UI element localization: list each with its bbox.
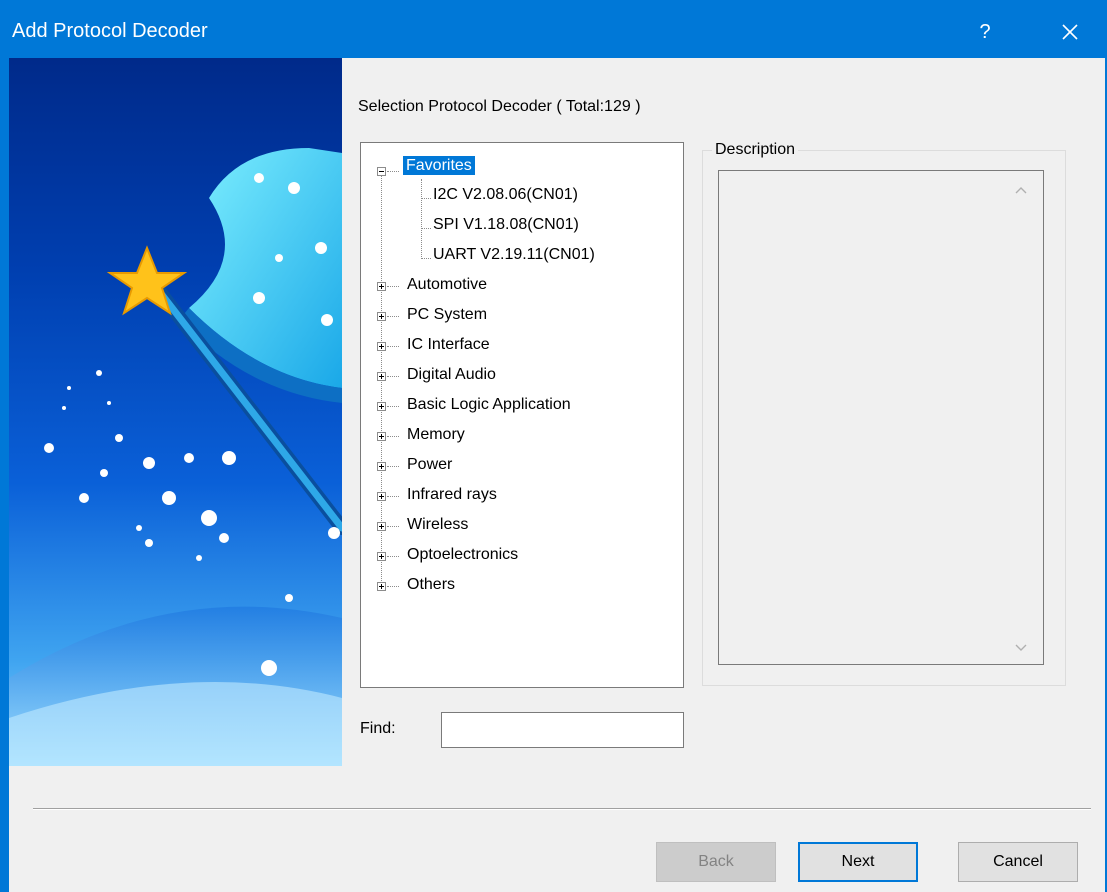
close-button[interactable]	[1040, 12, 1100, 52]
expand-icon[interactable]	[377, 402, 386, 411]
expand-icon[interactable]	[377, 582, 386, 591]
tree-item-category[interactable]: Memory	[407, 426, 465, 444]
tree-item-category[interactable]: Power	[407, 456, 452, 474]
protocol-tree[interactable]: Favorites I2C V2.08.06(CN01) SPI V1.18.0…	[360, 142, 684, 688]
find-label: Find:	[360, 720, 396, 737]
expand-icon[interactable]	[377, 372, 386, 381]
tree-connector	[421, 258, 431, 259]
tree-connector	[421, 198, 431, 199]
cancel-button[interactable]: Cancel	[958, 842, 1078, 882]
window-title: Add Protocol Decoder	[12, 20, 208, 42]
wizard-hat-wand-image	[9, 148, 342, 766]
tree-item-favorites[interactable]: Favorites	[403, 156, 475, 175]
close-icon	[1062, 24, 1078, 40]
tree-item-category[interactable]: Automotive	[407, 276, 487, 294]
tree-item-category[interactable]: Infrared rays	[407, 486, 497, 504]
tree-item-category[interactable]: IC Interface	[407, 336, 490, 354]
next-button[interactable]: Next	[798, 842, 918, 882]
tree-connector	[421, 228, 431, 229]
tree-connector	[387, 556, 399, 557]
tree-connector	[387, 346, 399, 347]
tree-item-category[interactable]: Wireless	[407, 516, 468, 534]
scroll-down-icon[interactable]	[1006, 640, 1036, 660]
selection-heading: Selection Protocol Decoder ( Total:129 )	[358, 98, 641, 115]
scroll-up-icon[interactable]	[1006, 182, 1036, 202]
tree-connector	[387, 586, 399, 587]
tree-item-category[interactable]: PC System	[407, 306, 487, 324]
title-bar: Add Protocol Decoder ?	[0, 0, 1107, 58]
expand-icon[interactable]	[377, 492, 386, 501]
chevron-up-icon	[1015, 187, 1027, 194]
tree-connector	[387, 286, 399, 287]
tree-connector	[387, 316, 399, 317]
tree-connector	[387, 406, 399, 407]
expand-icon[interactable]	[377, 282, 386, 291]
help-button[interactable]: ?	[962, 16, 1008, 48]
tree-connector	[387, 496, 399, 497]
tree-connector	[387, 436, 399, 437]
tree-item-uart[interactable]: UART V2.19.11(CN01)	[433, 246, 595, 264]
expand-icon[interactable]	[377, 342, 386, 351]
tree-connector	[387, 171, 399, 172]
tree-connector	[387, 526, 399, 527]
expand-icon[interactable]	[377, 432, 386, 441]
tree-item-category[interactable]: Basic Logic Application	[407, 396, 571, 414]
tree-item-category[interactable]: Others	[407, 576, 455, 594]
window-frame-left	[0, 58, 9, 892]
tree-item-i2c[interactable]: I2C V2.08.06(CN01)	[433, 186, 578, 204]
back-button[interactable]: Back	[656, 842, 776, 882]
wizard-illustration	[9, 58, 342, 766]
tree-item-spi[interactable]: SPI V1.18.08(CN01)	[433, 216, 579, 234]
description-label: Description	[712, 141, 799, 159]
expand-icon[interactable]	[377, 312, 386, 321]
find-input[interactable]	[441, 712, 684, 748]
expand-icon[interactable]	[377, 462, 386, 471]
tree-item-category[interactable]: Optoelectronics	[407, 546, 518, 564]
tree-connector	[387, 376, 399, 377]
expand-icon[interactable]	[377, 522, 386, 531]
separator-highlight	[33, 809, 1091, 810]
tree-item-category[interactable]: Digital Audio	[407, 366, 496, 384]
chevron-down-icon	[1015, 644, 1027, 651]
description-textbox[interactable]	[718, 170, 1044, 665]
expand-icon[interactable]	[377, 552, 386, 561]
collapse-icon[interactable]	[377, 167, 386, 176]
tree-connector	[387, 466, 399, 467]
tree-connector	[421, 179, 422, 259]
